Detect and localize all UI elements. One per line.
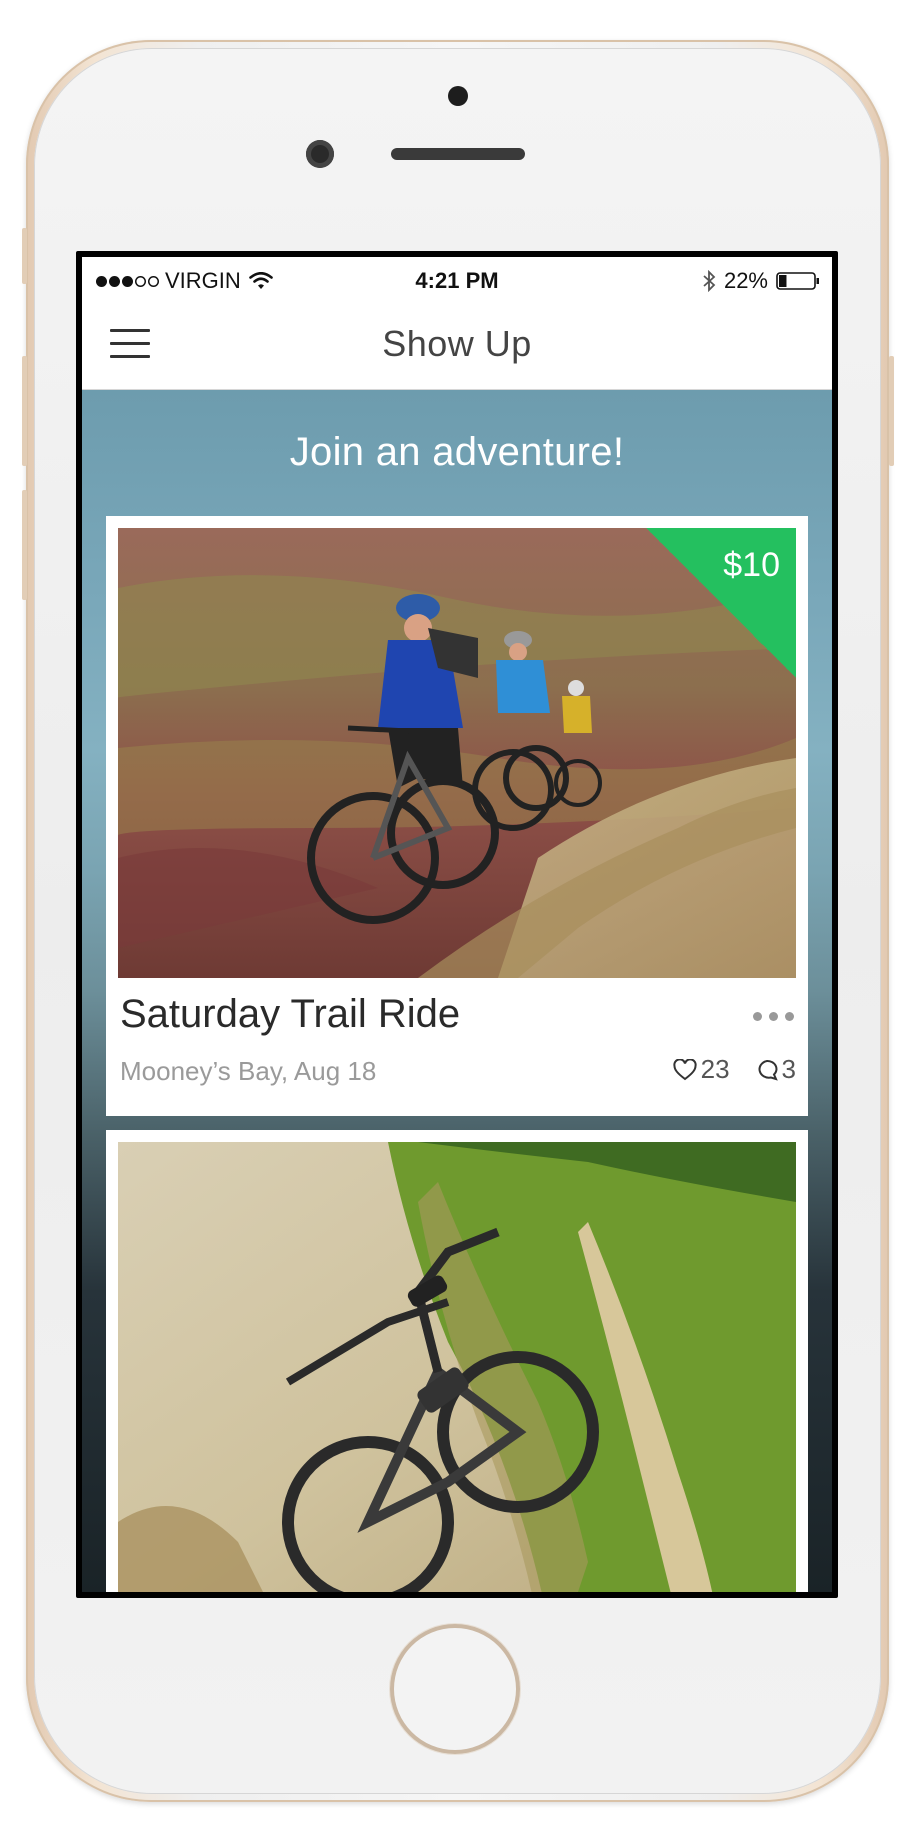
navigation-bar: Show Up [82, 301, 832, 390]
event-feed[interactable]: Join an adventure! $10 Saturday Trail Ri… [82, 390, 832, 1592]
ellipsis-icon [753, 1012, 762, 1021]
event-card[interactable] [106, 1130, 808, 1592]
volume-up-button [22, 356, 27, 466]
battery-icon [776, 272, 819, 290]
more-options-button[interactable] [753, 1012, 794, 1021]
event-location-date: Mooney’s Bay, Aug 18 [120, 1056, 377, 1086]
mute-switch [22, 228, 27, 284]
feed-heading: Join an adventure! [289, 430, 625, 474]
event-photo[interactable]: $10 [118, 528, 796, 978]
power-button [889, 356, 894, 466]
app-screen: VIRGIN 4:21 PM 22% Show Up Join an adven… [82, 257, 832, 1592]
price-badge: $10 [646, 528, 796, 678]
price-label: $10 [723, 546, 780, 584]
event-stats: 23 3 [673, 1054, 796, 1085]
phone-screen: VIRGIN 4:21 PM 22% Show Up Join an adven… [76, 251, 838, 1598]
event-photo[interactable] [118, 1142, 796, 1592]
earpiece-speaker [391, 148, 525, 160]
bike-on-trail-image [118, 1142, 796, 1592]
like-count: 23 [700, 1054, 730, 1084]
front-camera [306, 140, 334, 168]
status-bar: VIRGIN 4:21 PM 22% [82, 257, 832, 301]
app-title: Show Up [382, 323, 532, 364]
comment-button[interactable]: 3 [756, 1054, 796, 1085]
comment-count: 3 [781, 1054, 796, 1084]
comment-icon [758, 1059, 778, 1081]
bluetooth-icon [703, 270, 716, 292]
event-card[interactable]: $10 Saturday Trail Ride Mooney’s Bay, Au… [106, 516, 808, 1116]
home-button[interactable] [390, 1624, 520, 1754]
proximity-sensor [448, 86, 468, 106]
event-title[interactable]: Saturday Trail Ride [120, 992, 460, 1037]
like-button[interactable]: 23 [673, 1054, 730, 1085]
battery-percentage: 22% [723, 268, 768, 293]
status-right: 22% [702, 268, 820, 294]
volume-down-button [22, 490, 27, 600]
heart-icon [673, 1058, 697, 1080]
